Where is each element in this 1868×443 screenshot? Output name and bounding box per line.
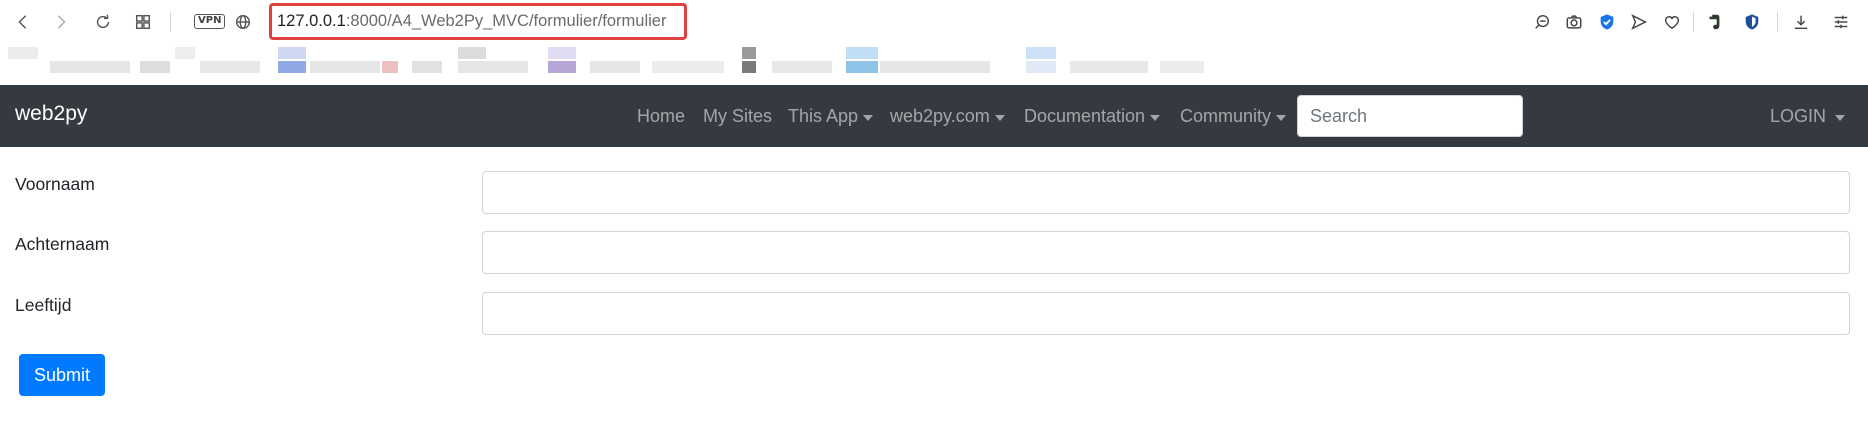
voornaam-label: Voornaam bbox=[15, 174, 95, 194]
settings-sliders-icon[interactable] bbox=[1829, 10, 1853, 34]
browser-toolbar: VPN 127.0.0.1:8000/A4_Web2Py_MVC/formuli… bbox=[0, 0, 1868, 43]
caret-down-icon bbox=[1276, 114, 1287, 121]
nav-item-this-app[interactable]: This App bbox=[788, 106, 874, 127]
address-host: 127.0.0.1 bbox=[277, 12, 346, 30]
nav-item-label: Documentation bbox=[1024, 106, 1146, 126]
nav-item-documentation[interactable]: Documentation bbox=[1024, 106, 1161, 127]
globe-icon[interactable] bbox=[230, 10, 256, 34]
nav-item-community[interactable]: Community bbox=[1180, 106, 1287, 127]
search-zoom-icon[interactable] bbox=[1530, 10, 1554, 34]
caret-down-icon bbox=[1150, 114, 1161, 121]
nav-item-label: web2py.com bbox=[890, 106, 990, 126]
toolbar-separator bbox=[1693, 12, 1694, 32]
nav-item-label: My Sites bbox=[703, 106, 773, 126]
forward-icon[interactable] bbox=[48, 10, 74, 34]
camera-icon[interactable] bbox=[1562, 10, 1586, 34]
download-icon[interactable] bbox=[1789, 10, 1813, 34]
adblock-shield-icon[interactable] bbox=[1740, 10, 1764, 34]
nav-item-label: This App bbox=[788, 106, 859, 126]
nav-item-my-sites[interactable]: My Sites bbox=[703, 106, 772, 127]
nav-item-label: Community bbox=[1180, 106, 1272, 126]
caret-down-icon bbox=[994, 114, 1005, 121]
address-bar[interactable]: 127.0.0.1:8000/A4_Web2Py_MVC/formulier/f… bbox=[269, 3, 687, 40]
toolbar-separator bbox=[1777, 12, 1778, 32]
send-icon[interactable] bbox=[1627, 10, 1651, 34]
caret-down-icon bbox=[1835, 114, 1846, 121]
leeftijd-field[interactable] bbox=[482, 292, 1850, 335]
vpn-badge[interactable]: VPN bbox=[194, 14, 226, 29]
submit-button[interactable]: Submit bbox=[19, 354, 105, 396]
shield-check-icon[interactable] bbox=[1595, 10, 1619, 34]
navbar-brand[interactable]: web2py bbox=[15, 102, 87, 126]
achternaam-label: Achternaam bbox=[15, 234, 110, 254]
evernote-icon[interactable] bbox=[1702, 10, 1726, 34]
leeftijd-label: Leeftijd bbox=[15, 295, 72, 315]
login-label: LOGIN bbox=[1770, 106, 1827, 126]
back-icon[interactable] bbox=[10, 10, 36, 34]
toolbar-separator bbox=[170, 12, 171, 32]
search-input[interactable] bbox=[1297, 95, 1523, 137]
nav-item-web2py-com[interactable]: web2py.com bbox=[890, 106, 1005, 127]
nav-item-label: Home bbox=[637, 106, 686, 126]
reload-icon[interactable] bbox=[90, 10, 116, 34]
caret-down-icon bbox=[863, 114, 874, 121]
bookmark-bar bbox=[0, 43, 1868, 85]
address-path: :8000/A4_Web2Py_MVC/formulier/formulier bbox=[345, 12, 667, 30]
voornaam-field[interactable] bbox=[482, 171, 1850, 214]
navbar: web2py Home My Sites This App web2py.com… bbox=[0, 85, 1868, 147]
achternaam-field[interactable] bbox=[482, 231, 1850, 274]
nav-item-home[interactable]: Home bbox=[637, 106, 685, 127]
tabs-grid-icon[interactable] bbox=[130, 10, 156, 34]
login-dropdown[interactable]: LOGIN bbox=[1770, 106, 1846, 127]
heart-icon[interactable] bbox=[1660, 10, 1684, 34]
